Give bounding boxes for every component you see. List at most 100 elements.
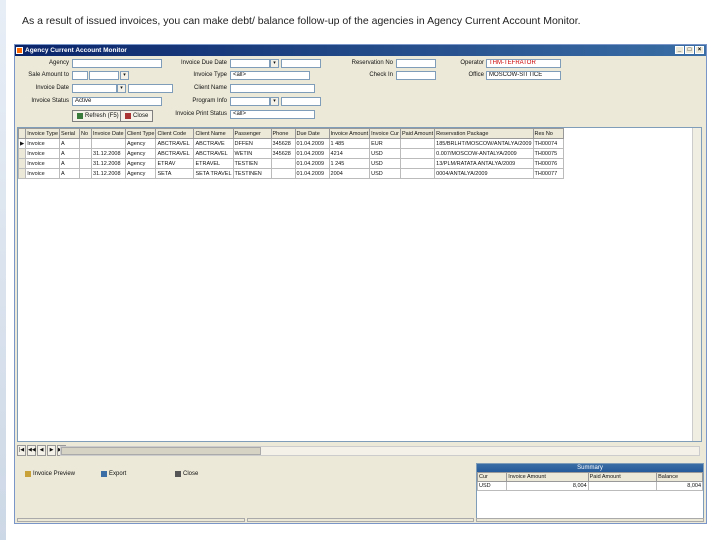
cell[interactable] (270, 158, 296, 169)
cell[interactable] (399, 158, 436, 169)
cell[interactable]: 01.04.2009 (294, 148, 330, 159)
cell[interactable]: 0.007/MOSCOW-ANTALYA/2009 (434, 148, 534, 159)
col-header[interactable]: Client Code (155, 128, 195, 139)
cell[interactable] (399, 138, 436, 149)
invoice-preview-button[interactable]: Invoice Preview (21, 468, 79, 480)
cell[interactable]: 1 245 (328, 158, 371, 169)
cell[interactable]: A (59, 138, 81, 149)
cell[interactable]: 01.04.2009 (294, 158, 330, 169)
col-header[interactable]: Res No (532, 128, 564, 139)
cell[interactable] (79, 168, 93, 179)
summary-row[interactable]: USD 8,004 8,004 (476, 481, 703, 491)
chevron-down-icon[interactable]: ▾ (270, 59, 279, 68)
col-header[interactable]: Client Name (193, 128, 234, 139)
cell[interactable]: ABCTRAVEL (193, 148, 234, 159)
cell[interactable]: SETA TRAVEL (193, 168, 234, 179)
cell[interactable]: 31.12.2008 (91, 158, 127, 169)
export-button[interactable]: Export (97, 468, 130, 480)
cell[interactable] (399, 148, 436, 159)
col-header[interactable]: Invoice Date (91, 128, 127, 139)
col-header[interactable]: No (79, 128, 93, 139)
cell[interactable]: 01.04.2009 (294, 168, 330, 179)
cell[interactable] (399, 168, 436, 179)
col-header[interactable]: Paid Amount (399, 128, 436, 139)
cell[interactable]: Agency (125, 148, 157, 159)
invoice-status-field[interactable]: Active (72, 97, 162, 106)
table-row[interactable]: Invoice A 31.12.2008 Agency SETA SETA TRAVEL T… (18, 168, 564, 179)
cell[interactable] (79, 138, 93, 149)
cell[interactable]: A (59, 168, 81, 179)
scrollbar-thumb[interactable] (61, 447, 261, 455)
cell[interactable] (79, 148, 93, 159)
program-field[interactable] (230, 97, 270, 106)
sales-agent-field[interactable] (89, 71, 119, 80)
cell[interactable]: 4214 (328, 148, 371, 159)
cell[interactable]: ETRAVEL (193, 158, 234, 169)
table-row[interactable]: ▶ Invoice A Agency ABCTRAVEL ABCTRAVE DFFEN 34… (18, 138, 564, 149)
cell[interactable]: 2004 (328, 168, 371, 179)
due-date-field[interactable] (230, 59, 270, 68)
col-header[interactable]: Passenger (232, 128, 272, 139)
col-header[interactable]: Serial (59, 128, 81, 139)
cell[interactable]: ABCTRAVE (193, 138, 234, 149)
col-header[interactable]: Invoice Cur (369, 128, 401, 139)
maximize-button[interactable]: □ (685, 46, 694, 54)
cell[interactable]: 31.12.2008 (91, 148, 127, 159)
cell[interactable]: 01.04.2009 (294, 138, 330, 149)
cell[interactable]: TH00074 (532, 138, 564, 149)
cell[interactable]: 0004/ANTALYA/2009 (434, 168, 534, 179)
close-button[interactable]: Close (171, 468, 202, 480)
cell[interactable]: USD (369, 168, 401, 179)
cell[interactable]: Invoice (25, 148, 61, 159)
cell[interactable]: TESTINEN (232, 168, 272, 179)
cell[interactable]: 185/BRLHT/MOSCOW/ANTALYA/2009 (434, 138, 534, 149)
cell[interactable]: Invoice (25, 158, 61, 169)
cell[interactable]: EUR (369, 138, 401, 149)
client-name-field[interactable] (230, 84, 315, 93)
invoice-date-field[interactable] (72, 84, 117, 93)
cell[interactable]: 13/PLM/RATATA ANTALYA/2009 (434, 158, 534, 169)
cell[interactable] (91, 138, 127, 149)
table-row[interactable]: Invoice A 31.12.2008 Agency ABCTRAVEL ABCTRAV… (18, 148, 564, 159)
cell[interactable]: TH00077 (532, 168, 564, 179)
cell[interactable]: TH00076 (532, 158, 564, 169)
cell[interactable]: 345628 (270, 138, 296, 149)
cell[interactable]: USD (369, 158, 401, 169)
cell[interactable]: Invoice (25, 138, 61, 149)
minimize-button[interactable]: _ (675, 46, 684, 54)
cell[interactable]: Agency (125, 138, 157, 149)
cell[interactable]: 1 485 (328, 138, 371, 149)
close-top-button[interactable]: Close (120, 110, 154, 122)
print-status-field[interactable]: <all> (230, 110, 315, 119)
chevron-down-icon[interactable]: ▾ (117, 84, 126, 93)
cell[interactable]: ETRAV (155, 158, 195, 169)
program-to-field[interactable] (281, 97, 321, 106)
office-field[interactable]: MOSCOW-SITTICE (486, 71, 561, 80)
cell[interactable]: WETIN (232, 148, 272, 159)
cell[interactable]: Agency (125, 158, 157, 169)
invoice-type-field[interactable]: <all> (230, 71, 310, 80)
cell[interactable] (79, 158, 93, 169)
grid-horizontal-scrollbar[interactable] (60, 446, 700, 456)
col-header[interactable]: Due Date (294, 128, 330, 139)
nav-prev-button[interactable]: ◀ (37, 445, 46, 456)
cell[interactable]: TESTIEN (232, 158, 272, 169)
chevron-down-icon[interactable]: ▾ (270, 97, 279, 106)
close-window-button[interactable]: × (695, 46, 704, 54)
cell[interactable]: ABCTRAVEL (155, 148, 195, 159)
cell[interactable] (270, 168, 296, 179)
sales-agent-from-field[interactable] (72, 71, 88, 80)
col-header[interactable]: Reservation Package (434, 128, 534, 139)
col-header[interactable]: Phone (270, 128, 296, 139)
cell[interactable]: 31.12.2008 (91, 168, 127, 179)
cell[interactable]: A (59, 158, 81, 169)
cell[interactable]: SETA (155, 168, 195, 179)
agency-field[interactable] (72, 59, 162, 68)
cell[interactable]: DFFEN (232, 138, 272, 149)
col-header[interactable]: Client Type (125, 128, 157, 139)
cell[interactable]: TH00075 (532, 148, 564, 159)
due-date-to-field[interactable] (281, 59, 321, 68)
cell[interactable]: Invoice (25, 168, 61, 179)
table-row[interactable]: Invoice A 31.12.2008 Agency ETRAV ETRAVEL TEST… (18, 158, 564, 169)
operator-field[interactable]: THM-TEFRATOR (486, 59, 561, 68)
